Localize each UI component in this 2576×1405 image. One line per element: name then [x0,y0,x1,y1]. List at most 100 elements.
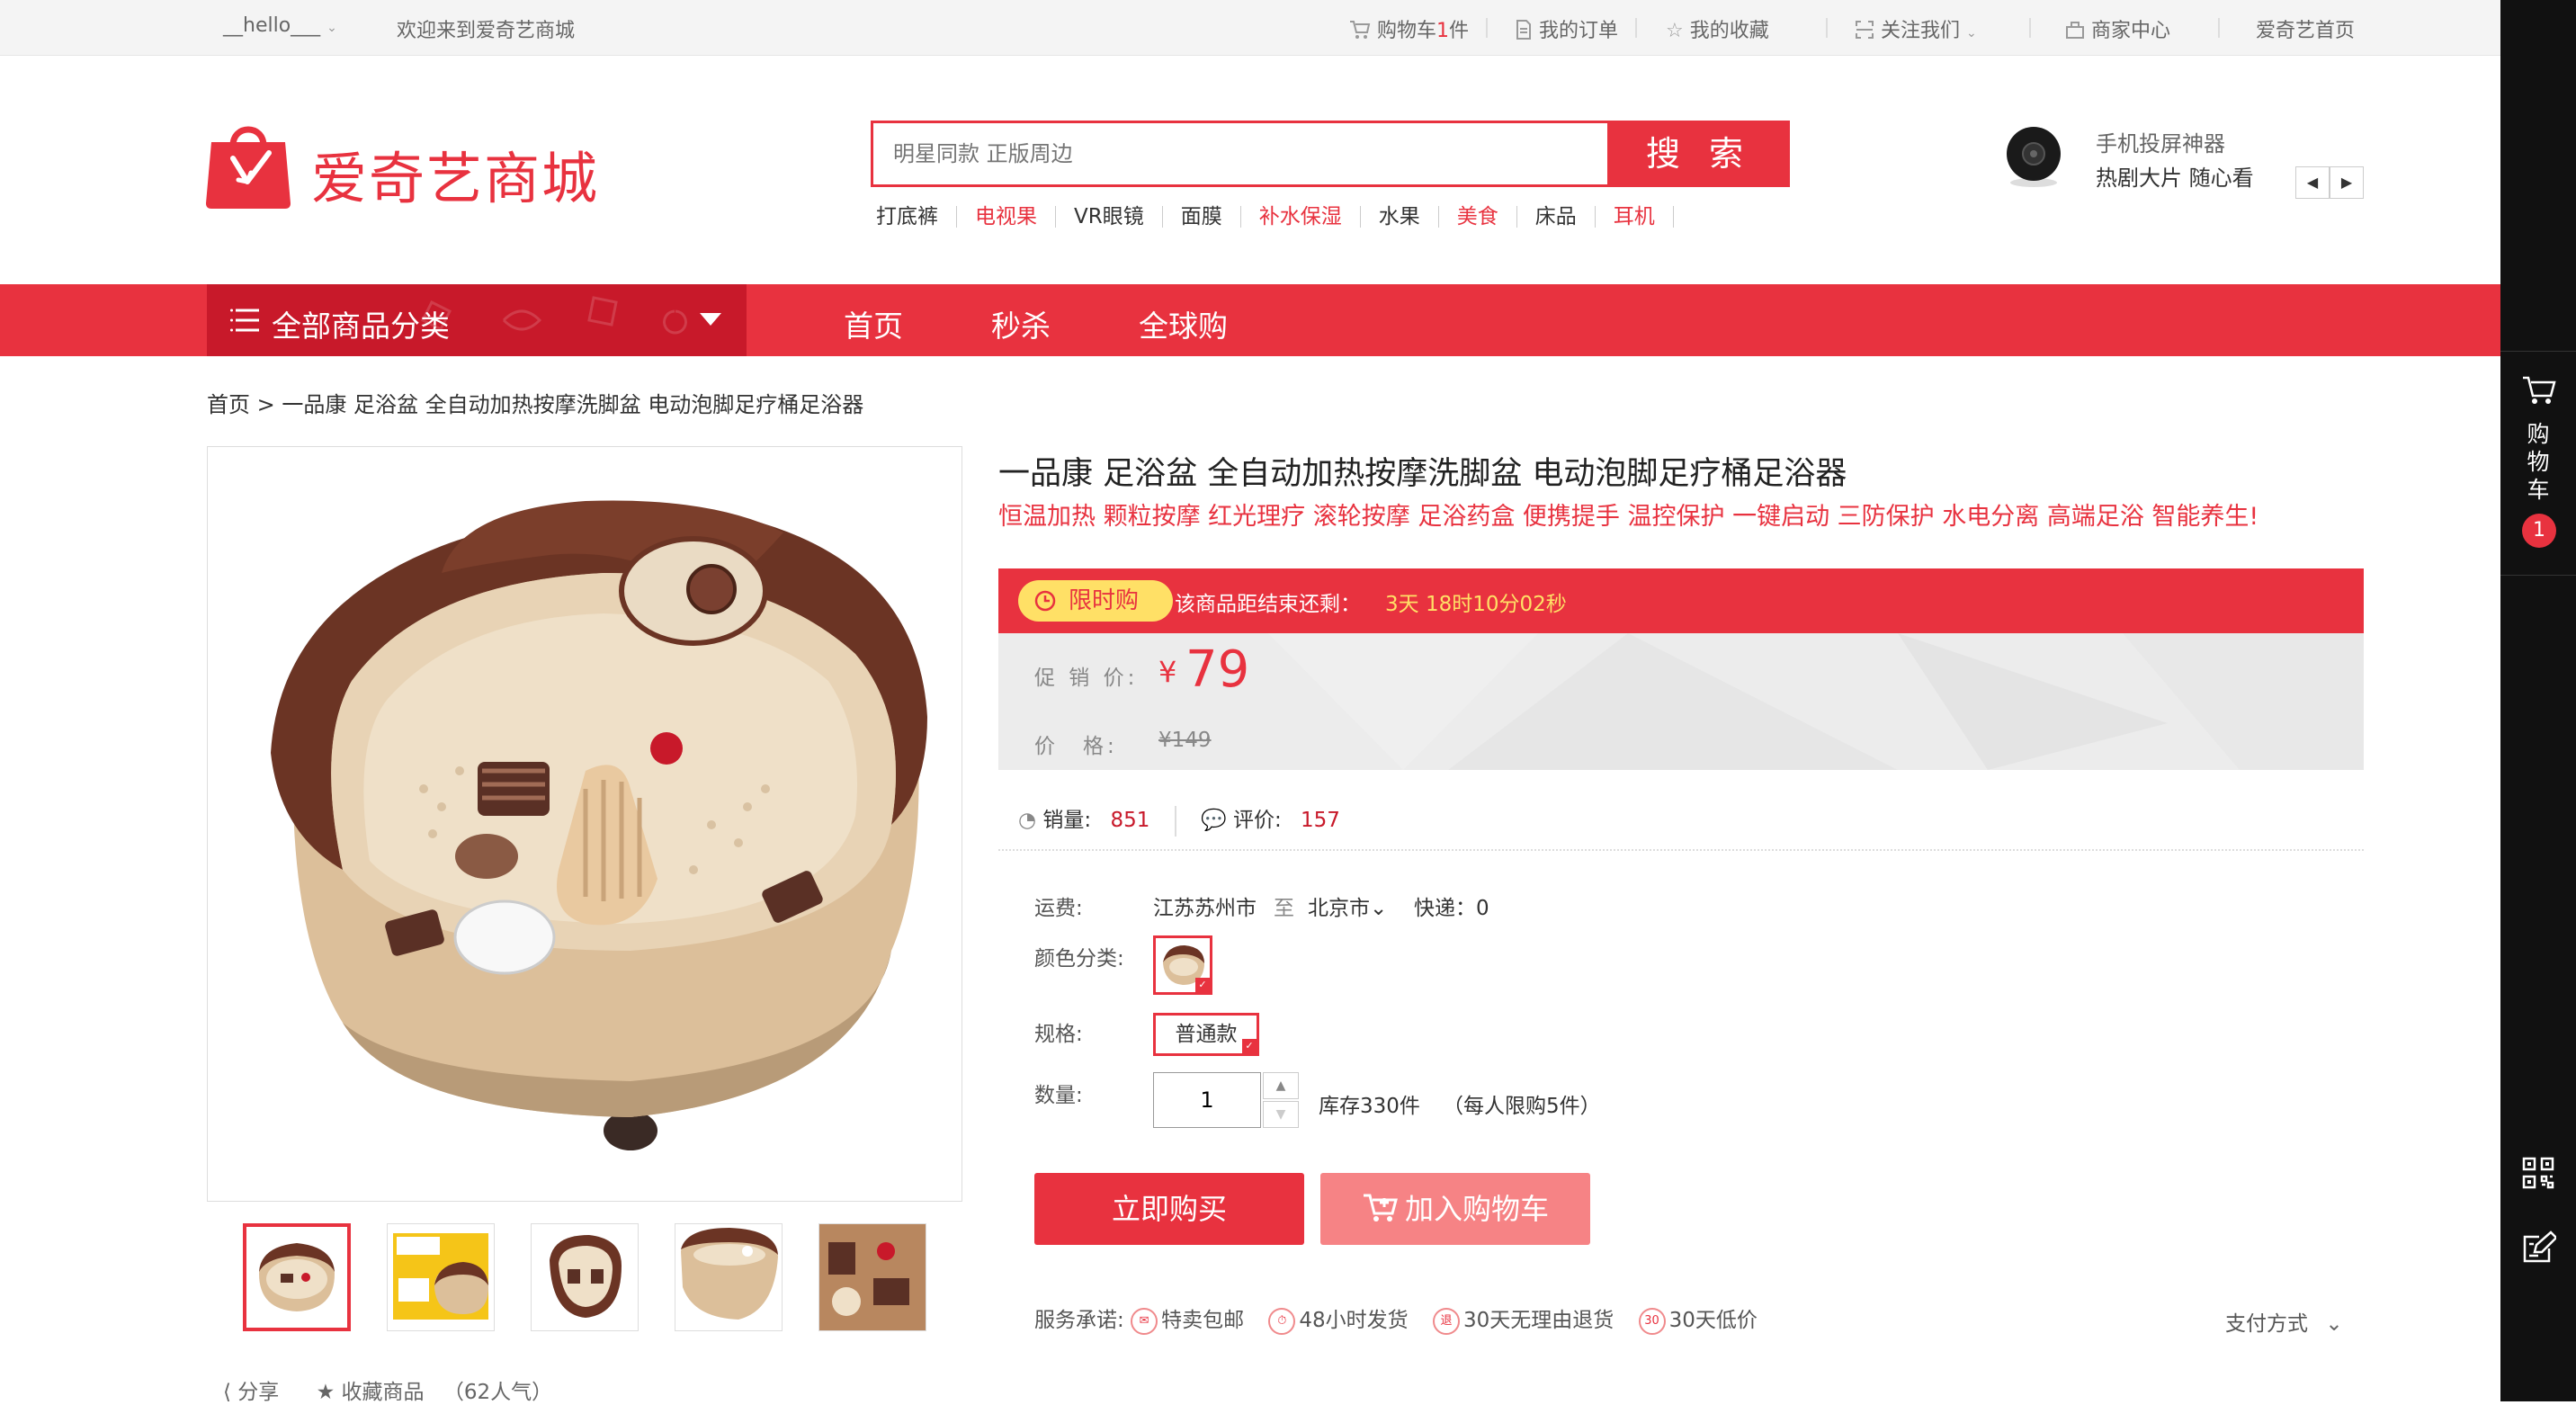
foot-bath-image [271,500,927,1150]
nav-flash-sale[interactable]: 秒杀 [991,302,1051,345]
promo-title[interactable]: 手机投屏神器 [2096,126,2225,157]
chevron-down-icon: ⌄ [326,21,337,35]
fast-delivery-icon: ⏱ [1268,1307,1296,1335]
breadcrumb: 首页 > 一品康 足浴盆 全自动加热按摩洗脚盆 电动泡脚足疗桶足浴器 [207,387,863,418]
sidebar-cart-button[interactable]: 购物车 1 [2500,351,2576,576]
clock-icon [1034,590,1056,612]
product-selling-points: 恒温加热 颗粒按摩 红光理疗 滚轮按摩 足浴药盒 便携提手 温控保护 一键启动 … [998,503,2259,531]
original-price: ¥149 [1158,729,1212,752]
service-label: 特卖包邮 [1161,1309,1245,1332]
star-icon: ☆ [1666,20,1684,42]
foot-bath-top-view-thumbnail-image [532,1224,638,1330]
hot-word-link[interactable]: 补水保湿 [1241,206,1361,228]
countdown-timer: 3天 18时10分02秒 [1385,593,1567,616]
hot-word-link[interactable]: 水果 [1361,206,1439,228]
thumbnail-1[interactable] [243,1223,351,1331]
spec-option[interactable]: 普通款 ✓ [1153,1013,1259,1056]
favorite-label: 收藏商品 [341,1381,425,1404]
search-input[interactable] [873,123,1611,184]
scan-icon [1856,21,1874,39]
hot-word-link[interactable]: 床品 [1517,206,1596,228]
share-favorite-row: ⟨ 分享 ★ 收藏商品 （62人气） [223,1374,552,1405]
hot-word-link[interactable]: 美食 [1439,206,1517,228]
site-logo-text[interactable]: 爱奇艺商城 [311,133,599,214]
foot-bath-thumbnail-image [246,1227,347,1328]
orders-label: 我的订单 [1539,20,1619,42]
share-label: 分享 [237,1381,280,1404]
thumbnail-3[interactable] [531,1223,639,1331]
caret-up-icon: ▲ [1275,1078,1286,1093]
hot-word-link[interactable]: 电视果 [957,206,1056,228]
follow-us-link[interactable]: 关注我们 ⌄ [1855,14,1977,43]
hot-word-link[interactable]: 耳机 [1596,206,1674,228]
shopping-bag-logo-icon[interactable] [206,119,291,209]
follow-label: 关注我们 [1881,20,1961,42]
merchant-link[interactable]: 商家中心 [2065,14,2170,43]
service-promises: 服务承诺: ✉ 特卖包邮 ⏱ 48小时发货 退 30天无理由退货 30 30天低价 [1034,1302,1775,1335]
service-free-shipping[interactable]: ✉ 特卖包邮 [1131,1302,1244,1335]
breadcrumb-home[interactable]: 首页 [207,392,250,417]
breadcrumb-current: 一品康 足浴盆 全自动加热按摩洗脚盆 电动泡脚足疗桶足浴器 [282,392,864,417]
product-main-image[interactable] [207,446,962,1202]
thumbnail-5[interactable] [818,1223,926,1331]
chevron-down-icon: ⌄ [2325,1312,2343,1336]
qr-code-icon[interactable] [2522,1157,2554,1189]
username: __hello___ [223,14,321,37]
quantity-input[interactable] [1153,1072,1261,1128]
quantity-label: 数量: [1034,1084,1083,1107]
reviews-count[interactable]: 157 [1301,809,1340,832]
reviews-label[interactable]: 评价: [1233,809,1282,832]
quantity-increase-button[interactable]: ▲ [1263,1072,1299,1099]
sidebar-cart-label: 购物车 [2527,421,2550,503]
cart-icon [1350,21,1371,39]
sales-stats: ◔ 销量: 851 💬 评价: 157 [1018,802,1340,837]
service-30day-return[interactable]: 退 30天无理由退货 [1432,1302,1614,1335]
tv-dongle-promo-image[interactable] [2004,123,2063,190]
divider [1174,805,1176,837]
favorites-link[interactable]: ☆ 我的收藏 [1666,14,1769,43]
color-option[interactable]: ✓ [1153,935,1212,995]
thumbnail-4[interactable] [675,1223,783,1331]
promo-price: 79 [1185,640,1250,699]
pie-chart-icon: ◔ [1018,809,1037,832]
service-30day-low-price[interactable]: 30 30天低价 [1638,1302,1758,1335]
search-button[interactable]: 搜 索 [1608,121,1790,187]
orders-link[interactable]: 我的订单 [1515,14,1618,43]
buy-now-button[interactable]: 立即购买 [1034,1173,1304,1245]
payment-methods-dropdown[interactable]: 支付方式 ⌄ [2225,1306,2343,1337]
all-categories-button[interactable]: 全部商品分类 [207,284,747,356]
nav-home[interactable]: 首页 [844,302,903,345]
hot-word-link[interactable]: 面膜 [1163,206,1241,228]
promo-subtitle[interactable]: 热剧大片 随心看 [2096,160,2254,192]
service-48h-shipping[interactable]: ⏱ 48小时发货 [1268,1302,1409,1335]
favorite-product-button[interactable]: ★ 收藏商品 [317,1381,425,1404]
color-label: 颜色分类: [1034,947,1124,971]
quantity-decrease-button[interactable]: ▼ [1263,1101,1299,1128]
hot-word-link[interactable]: VR眼镜 [1056,206,1163,228]
thumbnail-2[interactable] [387,1223,495,1331]
all-categories-label: 全部商品分类 [272,309,450,344]
share-button[interactable]: ⟨ 分享 [223,1381,279,1404]
hot-search-words: 打底裤 电视果 VR眼镜 面膜 补水保湿 水果 美食 床品 耳机 [876,205,1674,228]
cart-icon [1363,1194,1398,1222]
caret-right-icon: ▶ [2340,174,2353,191]
add-to-cart-button[interactable]: 加入购物车 [1320,1173,1590,1245]
services-label: 服务承诺: [1034,1309,1124,1332]
cart-link[interactable]: 购物车1件 [1349,14,1469,43]
user-menu[interactable]: __hello___ ⌄ [223,14,337,37]
search-box [871,121,1611,187]
comment-icon[interactable]: 💬 [1201,809,1227,832]
divider [2029,18,2031,38]
divider [1486,18,1488,38]
flash-sale-bar: 限时购 该商品距结束还剩： 3天 18时10分02秒 [998,568,2364,633]
nav-global-buy[interactable]: 全球购 [1139,302,1228,345]
iqiyi-home-link[interactable]: 爱奇艺首页 [2256,14,2355,43]
feedback-edit-icon[interactable] [2522,1230,2556,1265]
promo-prev-button[interactable]: ◀ [2295,166,2330,199]
hot-word-link[interactable]: 打底裤 [876,206,957,228]
promo-next-button[interactable]: ▶ [2330,166,2364,199]
ship-to-selector[interactable]: 北京市⌄ [1308,890,1387,921]
service-label: 48小时发货 [1299,1309,1409,1332]
top-bar: __hello___ ⌄ 欢迎来到爱奇艺商城 购物车1件 我的订单 ☆ 我的收藏… [0,0,2500,56]
selected-check-icon: ✓ [1242,1039,1257,1053]
